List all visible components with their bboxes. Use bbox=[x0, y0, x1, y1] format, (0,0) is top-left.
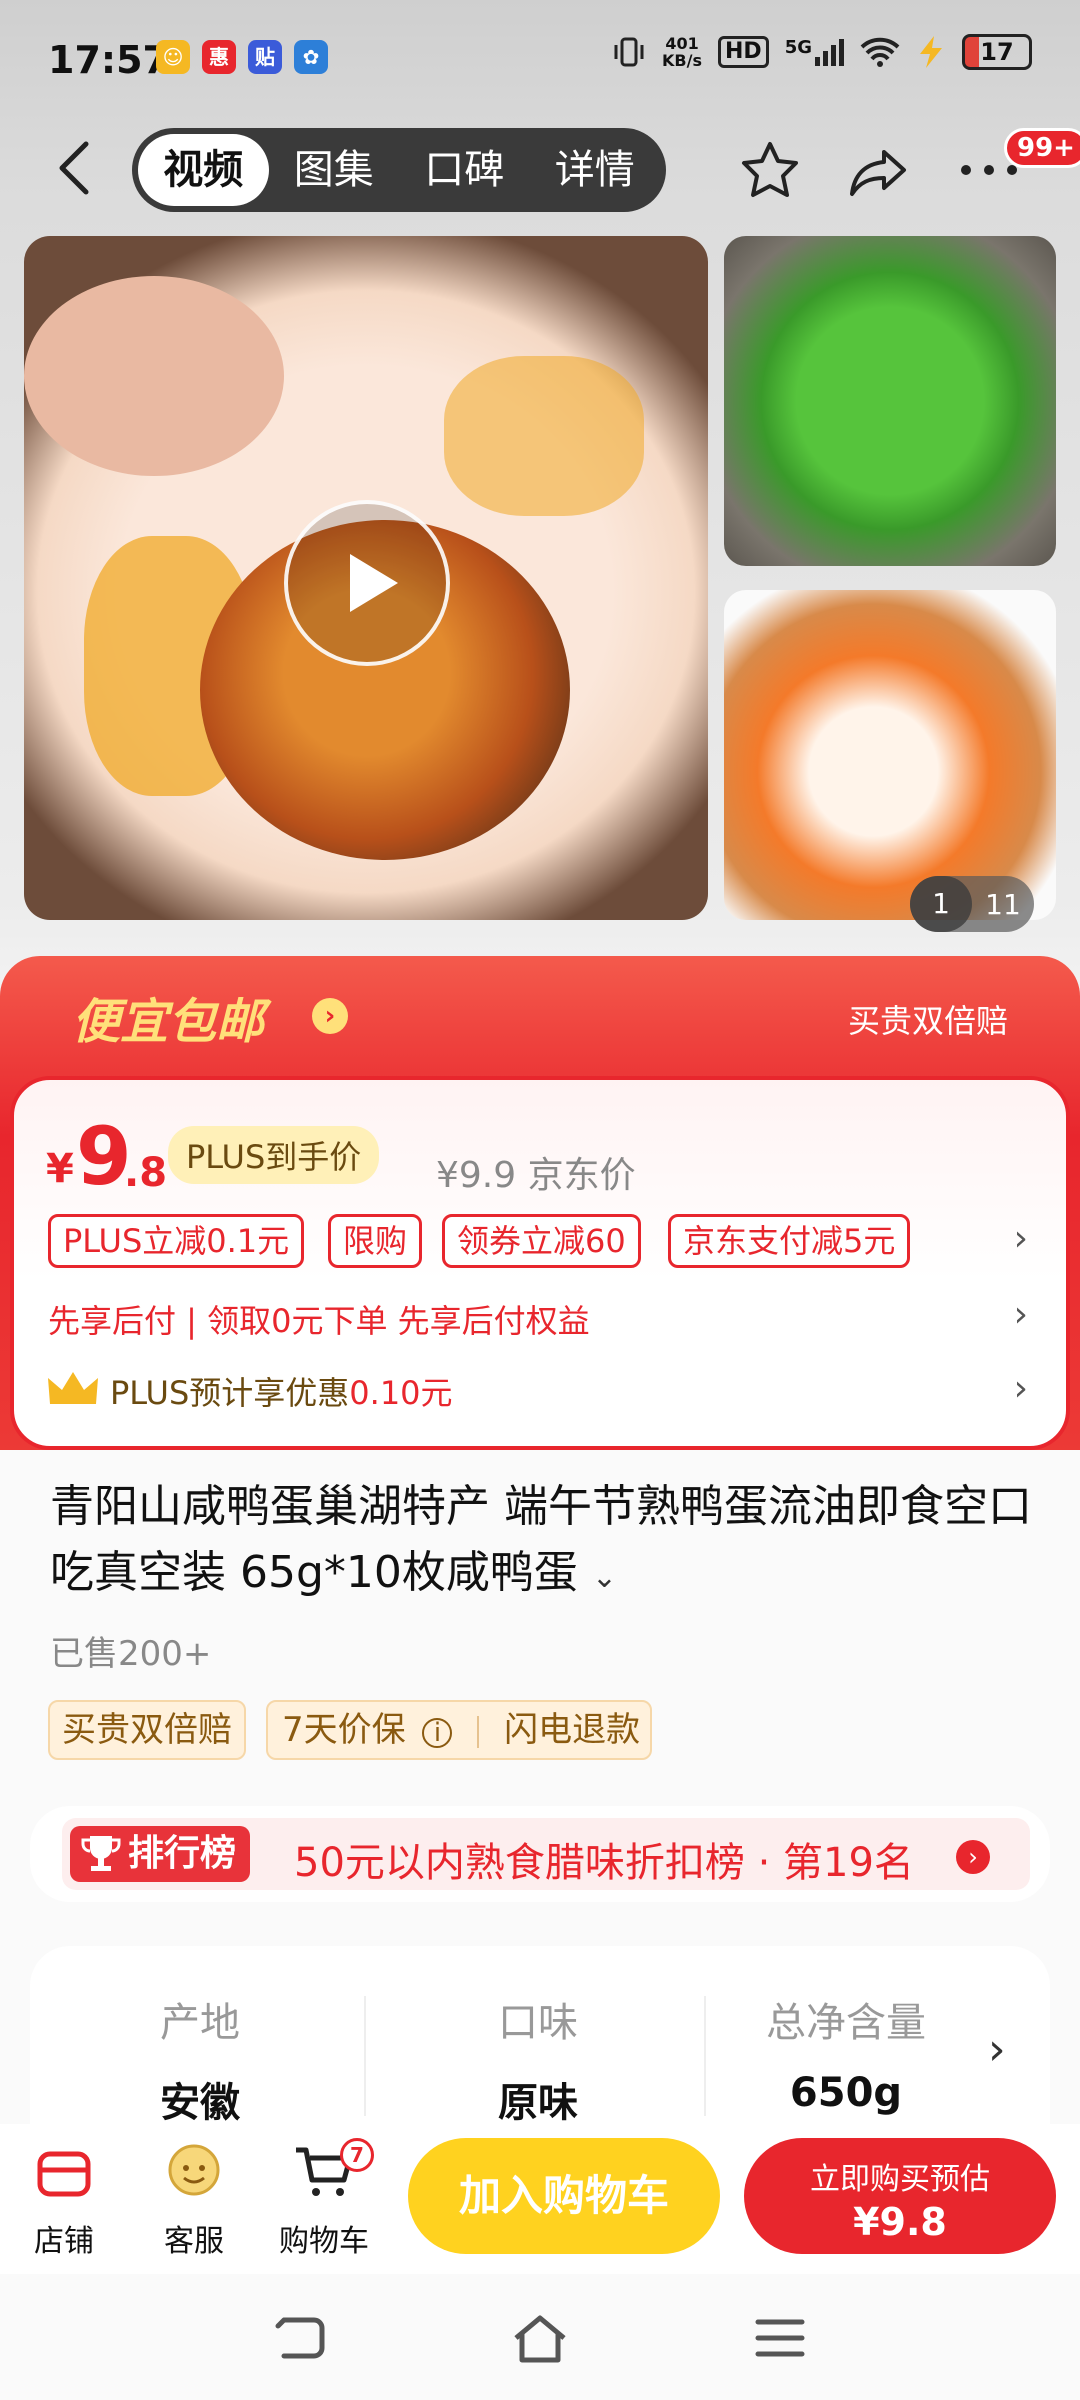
media-tabs: 视频 图集 口碑 详情 bbox=[132, 128, 666, 212]
discount-chip[interactable]: 京东支付减5元 bbox=[668, 1214, 911, 1268]
discount-chip[interactable]: 领券立减60 bbox=[442, 1214, 641, 1268]
notification-app-icon: 惠 bbox=[202, 40, 236, 74]
discount-chip[interactable]: 限购 bbox=[328, 1214, 423, 1268]
service-tag[interactable]: 买贵双倍赔 bbox=[48, 1700, 246, 1760]
customer-service-icon bbox=[168, 2144, 220, 2196]
chevron-right-icon[interactable]: › bbox=[956, 1840, 990, 1874]
chevron-right-icon[interactable]: › bbox=[312, 998, 348, 1034]
product-title[interactable]: 青阳山咸鸭蛋巢湖特产 端午节熟鸭蛋流油即食空口吃真空装 65g*10枚咸鸭蛋 ⌄ bbox=[50, 1474, 1040, 1611]
price-currency: ¥ bbox=[46, 1146, 74, 1192]
store-icon bbox=[37, 2151, 91, 2197]
plus-price-tag: PLUS到手价 bbox=[168, 1126, 380, 1184]
thumbnail-green-packs[interactable] bbox=[724, 236, 1056, 566]
crown-icon bbox=[48, 1372, 98, 1404]
pager-total: 11 bbox=[985, 887, 1021, 921]
chevron-right-icon[interactable]: › bbox=[988, 2024, 1006, 2075]
play-button[interactable] bbox=[284, 500, 450, 666]
chevron-right-icon[interactable]: › bbox=[1014, 1294, 1028, 1335]
tab-gallery[interactable]: 图集 bbox=[269, 134, 400, 206]
buy-now-button[interactable]: 立即购买预估 ¥9.8 bbox=[744, 2138, 1056, 2254]
system-back-icon[interactable] bbox=[270, 2310, 330, 2366]
spec-item-flavor: 口味 原味 bbox=[498, 2000, 578, 2126]
net-speed: 401 KB/s bbox=[662, 34, 702, 70]
system-menu-icon[interactable] bbox=[750, 2310, 810, 2366]
ranking-text: 50元以内熟食腊味折扣榜 · 第19名 bbox=[294, 1840, 914, 1886]
spec-item-weight: 总净含量 650g bbox=[766, 2000, 926, 2116]
original-price: ¥9.9 京东价 bbox=[436, 1155, 636, 1196]
tab-details[interactable]: 详情 bbox=[530, 134, 661, 206]
chevron-right-icon[interactable]: › bbox=[1014, 1218, 1028, 1259]
status-bar: 17:57 ☺ 惠 贴 ✿ 401 KB/s HD 5G 17 bbox=[0, 0, 1080, 120]
sold-count: 已售200+ bbox=[50, 1634, 212, 1674]
finger-shape bbox=[24, 276, 284, 476]
tab-video[interactable]: 视频 bbox=[138, 134, 269, 206]
plus-savings-row[interactable]: PLUS预计享优惠0.10元 bbox=[110, 1368, 453, 1414]
signal-indicator: 5G bbox=[785, 37, 844, 67]
chevron-down-icon[interactable]: ⌄ bbox=[592, 1560, 617, 1595]
share-icon[interactable] bbox=[846, 140, 910, 204]
notification-app-icon: 贴 bbox=[248, 40, 282, 74]
back-icon[interactable] bbox=[52, 138, 96, 198]
store-button[interactable]: 店铺 bbox=[14, 2140, 114, 2260]
thumbnail-orange-packs[interactable] bbox=[724, 590, 1056, 920]
gallery-pager: 1 11 bbox=[910, 876, 1034, 932]
spec-item-origin: 产地 安徽 bbox=[160, 2000, 240, 2126]
hd-indicator: HD bbox=[718, 36, 769, 68]
discount-chip[interactable]: PLUS立减0.1元 bbox=[48, 1214, 305, 1268]
trophy-icon bbox=[81, 1836, 121, 1871]
price-decimal: .8 bbox=[124, 1150, 168, 1196]
system-home-icon[interactable] bbox=[510, 2310, 570, 2366]
signal-bars-icon bbox=[815, 39, 844, 66]
pay-later-row[interactable]: 先享后付 | 领取0元下单 先享后付权益 bbox=[48, 1296, 590, 1342]
pager-current: 1 bbox=[910, 876, 972, 932]
vibrate-icon bbox=[614, 37, 644, 67]
notification-app-icon: ✿ bbox=[294, 40, 328, 74]
service-tag-group[interactable]: 7天价保 i 闪电退款 bbox=[266, 1700, 652, 1760]
favorite-star-icon[interactable] bbox=[738, 138, 802, 202]
charging-icon bbox=[920, 36, 942, 68]
yolk-oil-shape bbox=[444, 356, 644, 516]
add-to-cart-button[interactable]: 加入购物车 bbox=[408, 2138, 720, 2254]
play-icon bbox=[350, 554, 398, 612]
promo-title[interactable]: 便宜包邮 bbox=[72, 982, 264, 1052]
message-count-badge: 99+ bbox=[1004, 128, 1080, 168]
promo-guarantee[interactable]: 买贵双倍赔 bbox=[848, 996, 1008, 1042]
status-time: 17:57 bbox=[48, 38, 169, 82]
wifi-icon bbox=[860, 37, 900, 67]
cart-count-badge: 7 bbox=[340, 2138, 374, 2172]
info-icon[interactable]: i bbox=[422, 1718, 453, 1748]
chevron-right-icon[interactable]: › bbox=[1014, 1368, 1028, 1409]
customer-service-button[interactable]: 客服 bbox=[144, 2140, 244, 2260]
notification-app-icon: ☺ bbox=[156, 40, 190, 74]
tab-reviews[interactable]: 口碑 bbox=[399, 134, 530, 206]
battery-indicator: 17 bbox=[962, 34, 1032, 70]
